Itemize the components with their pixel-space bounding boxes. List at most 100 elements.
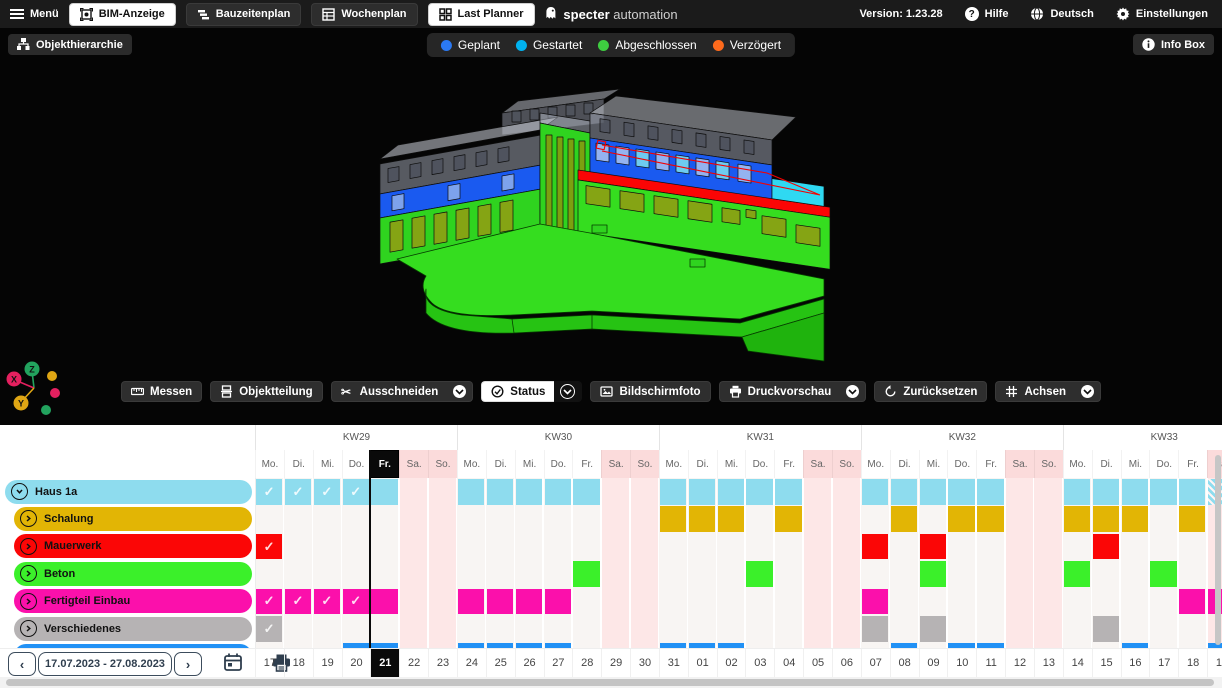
row-pill-schalung[interactable]: Schalung xyxy=(14,507,252,531)
prev-period-button[interactable]: ‹ xyxy=(8,652,36,676)
gantt-cell[interactable] xyxy=(545,479,571,505)
expand-toggle[interactable] xyxy=(20,593,37,610)
gantt-cell[interactable] xyxy=(891,479,917,505)
row-pill-beton[interactable]: Beton xyxy=(14,562,252,586)
gantt-cell[interactable] xyxy=(920,616,946,642)
toolbar-button-objektteilung[interactable]: Objektteilung xyxy=(210,381,322,402)
gantt-cell[interactable] xyxy=(1150,561,1176,587)
gantt-cell[interactable] xyxy=(746,479,772,505)
gantt-cell[interactable] xyxy=(891,506,917,532)
gantt-cell[interactable] xyxy=(371,479,397,505)
gantt-cell[interactable] xyxy=(1122,479,1148,505)
settings-button[interactable]: Einstellungen xyxy=(1116,7,1208,21)
gantt-cell[interactable] xyxy=(977,506,1003,532)
info-box-button[interactable]: Info Box xyxy=(1133,34,1214,55)
gantt-cell[interactable] xyxy=(746,561,772,587)
gantt-cell[interactable]: ✓ xyxy=(343,589,369,615)
gantt-cell[interactable]: ✓ xyxy=(256,479,282,505)
gantt-cell[interactable] xyxy=(862,479,888,505)
gantt-cell[interactable] xyxy=(948,506,974,532)
gantt-cell[interactable] xyxy=(920,561,946,587)
building-model[interactable] xyxy=(352,83,837,373)
gantt-cell[interactable]: ✓ xyxy=(314,589,340,615)
toolbar-button-achsen[interactable]: Achsen xyxy=(995,381,1075,402)
gantt-cell[interactable] xyxy=(1179,479,1205,505)
gantt-cell[interactable] xyxy=(516,589,542,615)
row-pill-fertigteil-einbau[interactable]: Fertigteil Einbau xyxy=(14,589,252,613)
toolbar-button-druckvorschau[interactable]: Druckvorschau xyxy=(719,381,841,402)
gantt-cell[interactable] xyxy=(862,616,888,642)
expand-toggle[interactable] xyxy=(20,538,37,555)
gantt-cell[interactable]: ✓ xyxy=(256,616,282,642)
toolbar-button-ausschneiden[interactable]: ✂Ausschneiden xyxy=(331,381,448,402)
gantt-cell[interactable] xyxy=(1064,479,1090,505)
expand-toggle[interactable] xyxy=(20,510,37,527)
row-pill-verschiedenes[interactable]: Verschiedenes xyxy=(14,617,252,641)
bim-viewer[interactable]: Objekthierarchie GeplantGestartetAbgesch… xyxy=(0,28,1222,425)
vertical-scrollbar-thumb[interactable] xyxy=(1215,455,1221,645)
toolbar-button-status[interactable]: Status xyxy=(481,381,554,402)
row-pill-mauerwerk[interactable]: Mauerwerk xyxy=(14,534,252,558)
gantt-cell[interactable] xyxy=(1179,589,1205,615)
gantt-cell[interactable] xyxy=(516,479,542,505)
toolbar-dropdown-druckvorschau[interactable] xyxy=(840,381,866,402)
gantt-cell[interactable] xyxy=(718,506,744,532)
toolbar-button-zurucksetzen[interactable]: Zurücksetzen xyxy=(874,381,987,402)
next-period-button[interactable]: › xyxy=(174,652,202,676)
gantt-cell[interactable]: ✓ xyxy=(285,589,311,615)
gantt-cell[interactable] xyxy=(1093,534,1119,560)
object-hierarchy-button[interactable]: Objekthierarchie xyxy=(8,34,132,55)
gantt-cell[interactable] xyxy=(487,479,513,505)
expand-toggle[interactable] xyxy=(11,483,28,500)
tab-wochenplan[interactable]: Wochenplan xyxy=(311,3,417,26)
gantt-cell[interactable] xyxy=(1179,506,1205,532)
gantt-cell[interactable] xyxy=(689,479,715,505)
toolbar-dropdown-status[interactable] xyxy=(554,381,582,402)
gantt-cell[interactable]: ✓ xyxy=(314,479,340,505)
expand-toggle[interactable] xyxy=(20,620,37,637)
gantt-cell[interactable] xyxy=(862,534,888,560)
gantt-cell[interactable] xyxy=(573,561,599,587)
toolbar-button-bildschirmfoto[interactable]: Bildschirmfoto xyxy=(590,381,710,402)
gantt-cell[interactable] xyxy=(487,589,513,615)
gantt-cell[interactable] xyxy=(718,479,744,505)
help-button[interactable]: ? Hilfe xyxy=(965,7,1009,21)
gantt-cell[interactable] xyxy=(545,589,571,615)
tab-last-planner[interactable]: Last Planner xyxy=(428,3,535,26)
gantt-cell[interactable] xyxy=(573,479,599,505)
gantt-cell[interactable] xyxy=(458,589,484,615)
gantt-cell[interactable] xyxy=(1064,561,1090,587)
gantt-cell[interactable]: ✓ xyxy=(256,534,282,560)
calendar-button[interactable] xyxy=(224,653,242,672)
gantt-cell[interactable] xyxy=(689,506,715,532)
gantt-cell[interactable]: ✓ xyxy=(285,479,311,505)
horizontal-scrollbar-thumb[interactable] xyxy=(6,679,1214,686)
gantt-cell[interactable] xyxy=(1064,506,1090,532)
gantt-cell[interactable]: ✓ xyxy=(343,479,369,505)
gantt-cell[interactable] xyxy=(1093,506,1119,532)
gantt-cell[interactable] xyxy=(948,479,974,505)
gantt-cell[interactable] xyxy=(660,506,686,532)
gantt-cell[interactable] xyxy=(1150,479,1176,505)
gantt-cell[interactable] xyxy=(458,479,484,505)
gantt-cell[interactable] xyxy=(660,479,686,505)
date-range-field[interactable]: 17.07.2023 - 27.08.2023 xyxy=(38,652,172,676)
gantt-cell[interactable] xyxy=(1093,616,1119,642)
toolbar-dropdown-achsen[interactable] xyxy=(1075,381,1101,402)
gantt-cell[interactable] xyxy=(775,479,801,505)
tab-bim-anzeige[interactable]: BIM-Anzeige xyxy=(69,3,176,26)
language-button[interactable]: Deutsch xyxy=(1030,7,1093,21)
tab-bauzeitenplan[interactable]: Bauzeitenplan xyxy=(186,3,302,26)
gantt-cell[interactable] xyxy=(371,589,397,615)
horizontal-scrollbar-track[interactable] xyxy=(0,677,1222,688)
expand-toggle[interactable] xyxy=(20,565,37,582)
row-pill-haus-1a[interactable]: Haus 1a xyxy=(5,480,252,504)
gantt-cell[interactable]: ✓ xyxy=(256,589,282,615)
gantt-cell[interactable] xyxy=(775,506,801,532)
gantt-cell[interactable] xyxy=(977,479,1003,505)
gantt-cell[interactable] xyxy=(1122,506,1148,532)
gantt-cell[interactable] xyxy=(862,589,888,615)
gantt-cell[interactable] xyxy=(920,534,946,560)
toolbar-dropdown-ausschneiden[interactable] xyxy=(447,381,473,402)
toolbar-button-messen[interactable]: Messen xyxy=(121,381,202,402)
